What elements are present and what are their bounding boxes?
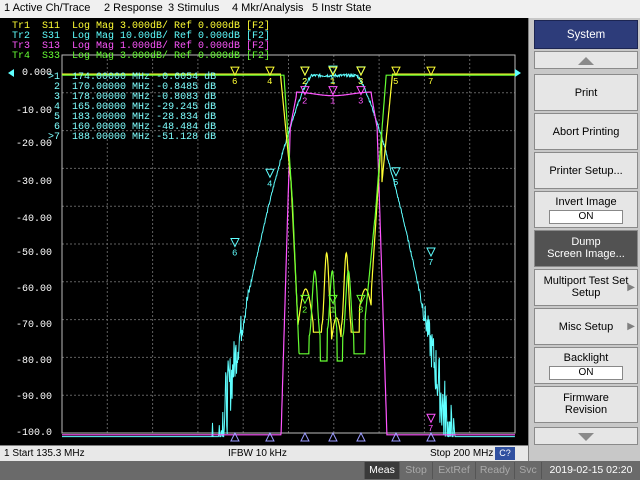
marker-3-label: 3 [358,77,363,87]
date-time: 2019-02-15 02:20 [541,462,640,479]
marker-3-label: 3 [358,305,363,315]
backlight-button[interactable]: Backlight ON [534,347,638,384]
trace-plot[interactable]: 112233445566772137213 Tr1 S11 Log Mag 3.… [0,18,528,445]
marker-1-label: 1 [330,97,335,107]
marker-7-icon [426,413,436,424]
dump-screen-image-button[interactable]: Dump Screen Image... [534,230,638,267]
chevron-right-icon: ▶ [627,281,635,293]
y-tick-5: -50.00 [15,248,52,259]
y-tick-8: -80.00 [15,356,52,367]
marker-7-icon [426,247,436,258]
y-tick-4: -40.00 [15,214,52,225]
marker--icon [356,431,366,442]
multiport-label: Multiport Test Set [543,275,629,287]
marker--icon [300,431,310,442]
marker-5-label: 5 [393,178,398,188]
y-tick-3: -30.00 [15,177,52,188]
print-button[interactable]: Print [534,74,638,111]
marker-no: >7 [48,132,61,143]
y-tick-7: -70.00 [15,320,52,331]
invert-image-value: ON [549,210,623,224]
stop-indicator: Stop [399,462,432,479]
invert-image-label: Invert Image [555,196,617,208]
y-tick-1: -10.00 [15,106,52,117]
y-tick-2: -20.00 [15,139,52,150]
marker-value: -51.128 dB [156,132,217,143]
marker-2-icon [300,66,310,77]
dump-label: Dump [571,236,601,248]
marker-6-label: 6 [232,249,237,259]
firmware-label: Firmware [563,392,609,404]
marker-5-icon [391,167,401,177]
meas-indicator: Meas [364,462,399,479]
marker-4-icon [265,168,275,179]
svc-indicator: Svc [514,462,541,479]
ref-arrow-right-icon [515,69,521,77]
abort-printing-button[interactable]: Abort Printing [534,113,638,150]
screen-image-label: Screen Image... [547,248,625,260]
channel-status-bar: 1 Start 135.3 MHz IFBW 10 kHz Stop 200 M… [0,445,528,462]
marker-2-label: 2 [302,77,307,87]
marker-2-label: 2 [302,97,307,107]
y-tick-9: -90.00 [15,392,52,403]
marker-2-icon [300,66,310,77]
setup-label: Setup [571,287,601,299]
misc-setup-button[interactable]: Misc Setup ▶ [534,308,638,345]
triangle-up-icon [578,57,594,65]
chevron-right-icon: ▶ [627,320,635,332]
backlight-label: Backlight [563,352,609,364]
scroll-up-button[interactable] [534,51,638,69]
multiport-test-set-setup-button[interactable]: Multiport Test Set Setup ▶ [534,269,638,306]
backlight-value: ON [549,366,623,380]
scroll-down-button[interactable] [534,427,638,445]
menu-mkr-analysis[interactable]: 4 Mkr/Analysis [232,2,304,14]
y-tick-0: 0.000 [21,68,52,79]
misc-setup-label: Misc Setup [558,321,614,333]
extref-indicator: ExtRef [432,462,475,479]
marker-4-label: 4 [267,77,272,87]
y-tick-6: -60.00 [15,284,52,295]
softkey-panel: System Print Abort Printing Printer Setu… [528,18,640,461]
marker-5-label: 5 [393,77,398,87]
marker-6-label: 6 [232,77,237,87]
marker-freq: 188.00000 MHz [72,132,151,143]
menu-bar: 1 Active Ch/Trace 2 Response 3 Stimulus … [0,0,640,19]
printer-setup-button[interactable]: Printer Setup... [534,152,638,189]
marker--icon [328,431,338,442]
marker-2-label: 2 [302,305,307,315]
firmware-revision-button[interactable]: Firmware Revision [534,386,638,423]
invert-image-button[interactable]: Invert Image ON [534,191,638,228]
menu-stimulus[interactable]: 3 Stimulus [168,2,219,14]
marker-3-icon [356,66,366,77]
start-frequency[interactable]: 1 Start 135.3 MHz [4,448,85,459]
stop-frequency[interactable]: Stop 200 MHz [430,448,493,459]
instrument-status-bar: Meas Stop ExtRef Ready Svc 2019-02-15 02… [0,461,640,480]
marker-1-label: 1 [330,77,335,87]
softkey-title: System [534,20,638,49]
y-tick-10: -100.0 [15,428,52,439]
marker-4-label: 4 [267,179,272,189]
marker-1-label: 1 [330,305,335,315]
marker-1-icon [328,86,338,96]
menu-instr-state[interactable]: 5 Instr State [312,2,371,14]
marker-3-label: 3 [358,97,363,107]
menu-active-ch-trace[interactable]: 1 Active Ch/Trace [4,2,90,14]
revision-label: Revision [564,404,608,416]
marker-6-icon [230,238,240,248]
marker-7-label: 7 [428,77,433,87]
menu-response[interactable]: 2 Response [104,2,163,14]
ifbw[interactable]: IFBW 10 kHz [228,448,287,459]
marker-7-label: 7 [428,424,433,434]
ready-indicator: Ready [475,462,514,479]
marker-7-label: 7 [428,258,433,268]
trace-header-tr4[interactable]: Tr4 S33 Log Mag 3.000dB/ Ref 0.000dB [F2… [12,52,270,62]
marker-row-7: >7 188.00000 MHz -51.128 dB [48,133,216,143]
correction-indicator[interactable]: C? [495,447,515,460]
triangle-down-icon [578,433,594,441]
